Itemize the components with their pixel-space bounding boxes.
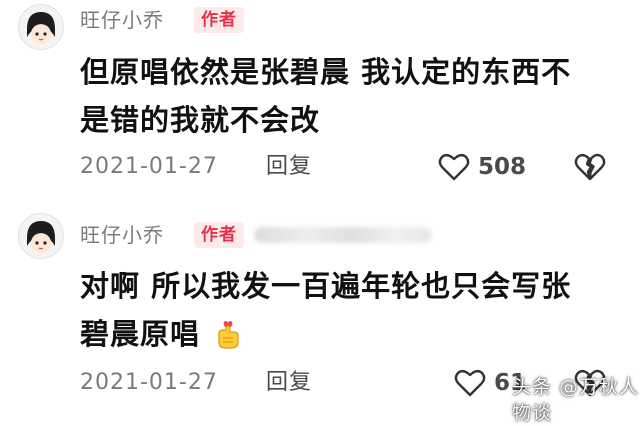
reply-button[interactable]: 回复 [266, 152, 312, 182]
comment-text-line: 碧晨原唱 [80, 317, 201, 351]
comment-text-line: 但原唱依然是张碧晨 我认定的东西不 [80, 55, 572, 89]
cartoon-girl-avatar-icon [19, 5, 63, 49]
watermark: 头条 @万秋人物谈 [512, 376, 640, 424]
comment-text-line: 是错的我就不会改 [80, 103, 321, 137]
comment-date: 2021-01-27 [80, 370, 218, 395]
comment-date: 2021-01-27 [80, 154, 218, 179]
author-badge: 作者 [194, 222, 244, 248]
blurred-reply-target [254, 227, 432, 243]
comment-text: 但原唱依然是张碧晨 我认定的东西不 是错的我就不会改 [80, 48, 620, 144]
comment-text-line-with-emoji: 碧晨原唱 [80, 310, 620, 364]
author-badge: 作者 [194, 7, 244, 33]
heart-icon[interactable] [454, 368, 486, 402]
finger-heart-emoji [213, 316, 243, 364]
reply-button[interactable]: 回复 [266, 368, 312, 398]
cartoon-girl-avatar-icon [19, 214, 63, 258]
heart-icon[interactable] [438, 152, 470, 186]
avatar[interactable] [18, 213, 64, 259]
username[interactable]: 旺仔小乔 [80, 222, 164, 248]
comment-text: 对啊 所以我发一百遍年轮也只会写张 碧晨原唱 [80, 262, 620, 364]
username[interactable]: 旺仔小乔 [80, 7, 164, 33]
avatar[interactable] [18, 4, 64, 50]
broken-heart-icon[interactable] [574, 152, 606, 186]
like-count: 508 [478, 154, 527, 180]
comment-text-line: 对啊 所以我发一百遍年轮也只会写张 [80, 269, 572, 303]
